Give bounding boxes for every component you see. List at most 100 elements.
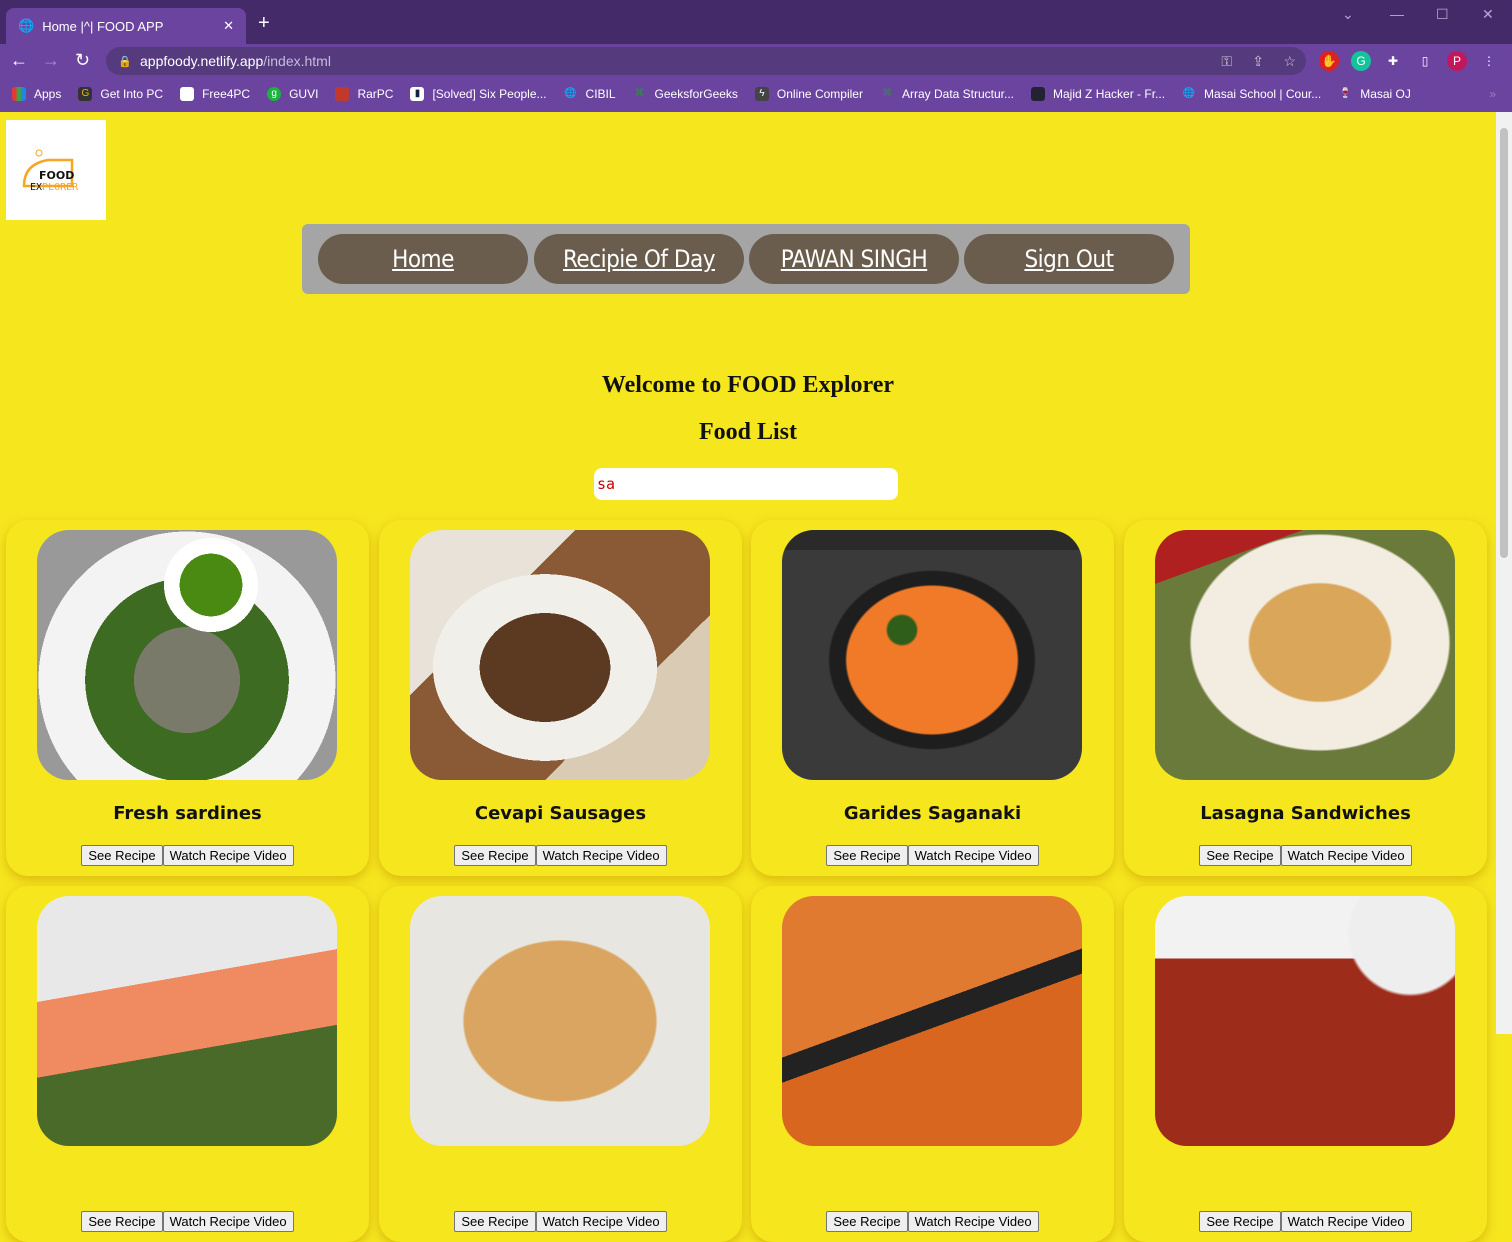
bookmark-label: Majid Z Hacker - Fr... <box>1053 87 1166 101</box>
bookmark-label: Free4PC <box>202 87 251 101</box>
navbar: Home Recipie Of Day PAWAN SINGH Sign Out <box>302 224 1190 294</box>
browser-tab[interactable]: 🌐 Home |^| FOOD APP ✕ <box>6 8 246 44</box>
bookmarks-bar: Apps G Get Into PC Free4PC g GUVI RarPC ▮ [… <box>0 78 1512 110</box>
food-image[interactable] <box>410 530 710 780</box>
food-card: Fresh sardines See Recipe Watch Recipe Vi… <box>6 520 369 876</box>
free4pc-icon <box>180 87 195 101</box>
tab-search-icon[interactable]: ⌄ <box>1342 6 1354 23</box>
scrollbar-thumb[interactable] <box>1500 128 1508 558</box>
star-icon[interactable]: ☆ <box>1283 53 1296 70</box>
food-name: Cevapi Sausages <box>474 803 647 824</box>
tab-title: Home |^| FOOD APP <box>42 18 164 34</box>
see-recipe-button[interactable]: See Recipe <box>454 845 536 866</box>
menu-icon[interactable]: ⋮ <box>1479 51 1499 71</box>
reload-icon[interactable]: ↻ <box>75 50 90 71</box>
food-name: Fresh sardines <box>113 803 262 824</box>
bookmark-label: [Solved] Six People... <box>432 87 547 101</box>
extensions-icon[interactable]: ✚ <box>1383 51 1403 71</box>
bookmark[interactable]: 🍷 Masai OJ <box>1338 87 1411 101</box>
watch-video-button[interactable]: Watch Recipe Video <box>907 1211 1039 1232</box>
see-recipe-button[interactable]: See Recipe <box>826 845 908 866</box>
food-image[interactable] <box>1155 530 1455 780</box>
food-card: See Recipe Watch Recipe Video <box>6 886 369 1242</box>
maximize-button[interactable]: ☐ <box>1436 6 1449 23</box>
see-recipe-button[interactable]: See Recipe <box>81 845 163 866</box>
nav-user-name[interactable]: PAWAN SINGH <box>749 234 959 284</box>
see-recipe-button[interactable]: See Recipe <box>826 1211 908 1232</box>
lightning-icon: ϟ <box>754 87 769 101</box>
key-icon[interactable]: ⚿ <box>1221 53 1232 70</box>
more-bookmarks-icon[interactable]: » <box>1489 87 1496 101</box>
food-image[interactable] <box>1155 896 1455 1146</box>
back-icon[interactable]: ← <box>10 50 28 71</box>
nav-recipe-of-day[interactable]: Recipie Of Day <box>534 234 744 284</box>
food-card: Cevapi Sausages See Recipe Watch Recipe V… <box>379 520 742 876</box>
address-bar[interactable]: 🔒 appfoody.netlify.app/index.html ⚿ ⇪ ☆ <box>106 47 1306 75</box>
bookmark-label: Masai OJ <box>1360 87 1411 101</box>
watch-video-button[interactable]: Watch Recipe Video <box>535 1211 667 1232</box>
bookmark[interactable]: ⌘ Array Data Structur... <box>880 87 1014 101</box>
food-explorer-logo[interactable]: FOOD EXPLORER <box>6 120 106 220</box>
page: FOOD EXPLORER Home Recipie Of Day PAWAN … <box>0 112 1496 1242</box>
bookmark-label: RarPC <box>357 87 394 101</box>
food-list-heading: Food List <box>698 419 797 445</box>
minimize-button[interactable]: — <box>1390 6 1404 22</box>
bookmark-apps[interactable]: Apps <box>12 87 61 101</box>
food-image[interactable] <box>782 896 1082 1146</box>
side-panel-icon[interactable]: ▯ <box>1415 51 1435 71</box>
close-window-button[interactable]: ✕ <box>1482 6 1494 23</box>
bookmark-label: Apps <box>34 87 62 101</box>
globe-icon: 🌐 <box>564 88 577 99</box>
see-recipe-button[interactable]: See Recipe <box>1199 1211 1281 1232</box>
bookmark[interactable]: ⌘ GeeksforGeeks <box>633 87 738 101</box>
bookmark[interactable]: Majid Z Hacker - Fr... <box>1031 87 1165 101</box>
bookmark[interactable]: Free4PC <box>180 87 250 101</box>
cloche-icon: FOOD EXPLORER <box>22 149 79 193</box>
nav-home[interactable]: Home <box>318 234 528 284</box>
see-recipe-button[interactable]: See Recipe <box>454 1211 536 1232</box>
bookmark-label: Masai School | Cour... <box>1204 87 1322 101</box>
new-tab-button[interactable]: + <box>258 12 270 35</box>
scrollbar[interactable] <box>1496 112 1512 1034</box>
watch-video-button[interactable]: Watch Recipe Video <box>1280 1211 1412 1232</box>
bookmark-page-icon: ▮ <box>410 87 425 101</box>
watch-video-button[interactable]: Watch Recipe Video <box>907 845 1039 866</box>
watch-video-button[interactable]: Watch Recipe Video <box>162 845 294 866</box>
gfg-icon: ⌘ <box>881 88 892 99</box>
watch-video-button[interactable]: Watch Recipe Video <box>535 845 667 866</box>
rarpc-icon <box>335 87 350 101</box>
food-image[interactable] <box>37 896 337 1146</box>
grammarly-icon[interactable]: G <box>1351 51 1371 71</box>
bookmark[interactable]: ▮ [Solved] Six People... <box>410 87 547 101</box>
adblock-icon[interactable]: ✋ <box>1319 51 1339 71</box>
food-image[interactable] <box>37 530 337 780</box>
url-host: appfoody.netlify.app <box>140 53 264 69</box>
watch-video-button[interactable]: Watch Recipe Video <box>1280 845 1412 866</box>
forward-icon[interactable]: → <box>42 50 60 71</box>
search-input[interactable] <box>594 468 898 500</box>
bookmark-label: Get Into PC <box>100 87 164 101</box>
bookmark[interactable]: 🌐 CIBIL <box>564 87 615 101</box>
food-card: See Recipe Watch Recipe Video <box>751 886 1114 1242</box>
svg-text:EXPLORER: EXPLORER <box>30 182 79 193</box>
food-card: See Recipe Watch Recipe Video <box>379 886 742 1242</box>
bookmark[interactable]: 🌐 Masai School | Cour... <box>1182 87 1321 101</box>
bookmark[interactable]: ϟ Online Compiler <box>754 87 863 101</box>
toolbar: ← → ↻ 🔒 appfoody.netlify.app/index.html … <box>0 44 1512 78</box>
profile-avatar[interactable]: P <box>1447 51 1467 71</box>
food-name: Garides Saganaki <box>843 803 1022 824</box>
watch-video-button[interactable]: Watch Recipe Video <box>162 1211 294 1232</box>
logo-text: FOOD <box>39 169 74 182</box>
bookmark[interactable]: G Get Into PC <box>78 87 163 101</box>
share-icon[interactable]: ⇪ <box>1252 53 1264 70</box>
nav-sign-out[interactable]: Sign Out <box>964 234 1174 284</box>
gfg-icon: ⌘ <box>634 88 645 99</box>
close-tab-icon[interactable]: ✕ <box>223 18 234 34</box>
food-image[interactable] <box>410 896 710 1146</box>
guvi-icon: g <box>267 87 282 101</box>
see-recipe-button[interactable]: See Recipe <box>81 1211 163 1232</box>
see-recipe-button[interactable]: See Recipe <box>1199 845 1281 866</box>
food-image[interactable] <box>782 530 1082 780</box>
bookmark[interactable]: g GUVI <box>267 87 318 101</box>
bookmark[interactable]: RarPC <box>335 87 393 101</box>
